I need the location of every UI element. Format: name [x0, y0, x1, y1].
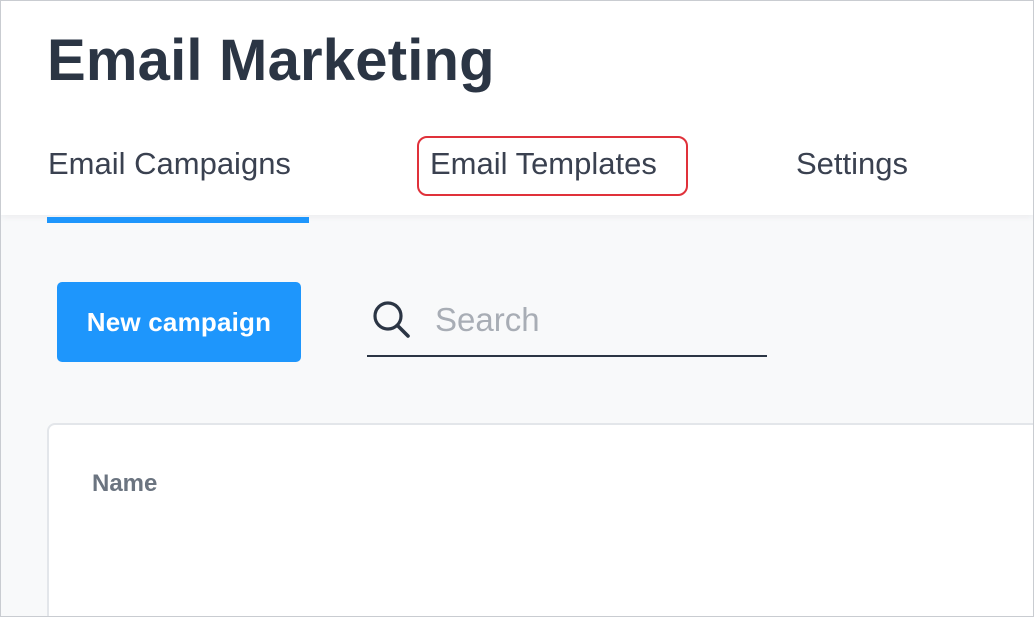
new-campaign-button[interactable]: New campaign	[57, 282, 301, 362]
tab-settings[interactable]: Settings	[796, 144, 908, 184]
search-icon[interactable]	[371, 299, 411, 339]
search-input[interactable]	[435, 295, 755, 345]
campaigns-table: Name	[47, 423, 1033, 616]
search-bar	[367, 289, 767, 357]
active-tab-indicator	[47, 217, 309, 223]
column-header-name[interactable]: Name	[92, 470, 157, 498]
app-window: Email Marketing Email Campaigns Email Te…	[0, 0, 1034, 617]
tab-email-campaigns[interactable]: Email Campaigns	[48, 144, 291, 184]
tab-bar: Email Campaigns Email Templates Settings	[1, 1, 1033, 223]
tab-email-templates[interactable]: Email Templates	[430, 144, 657, 184]
page-header: Email Marketing Email Campaigns Email Te…	[1, 1, 1033, 223]
